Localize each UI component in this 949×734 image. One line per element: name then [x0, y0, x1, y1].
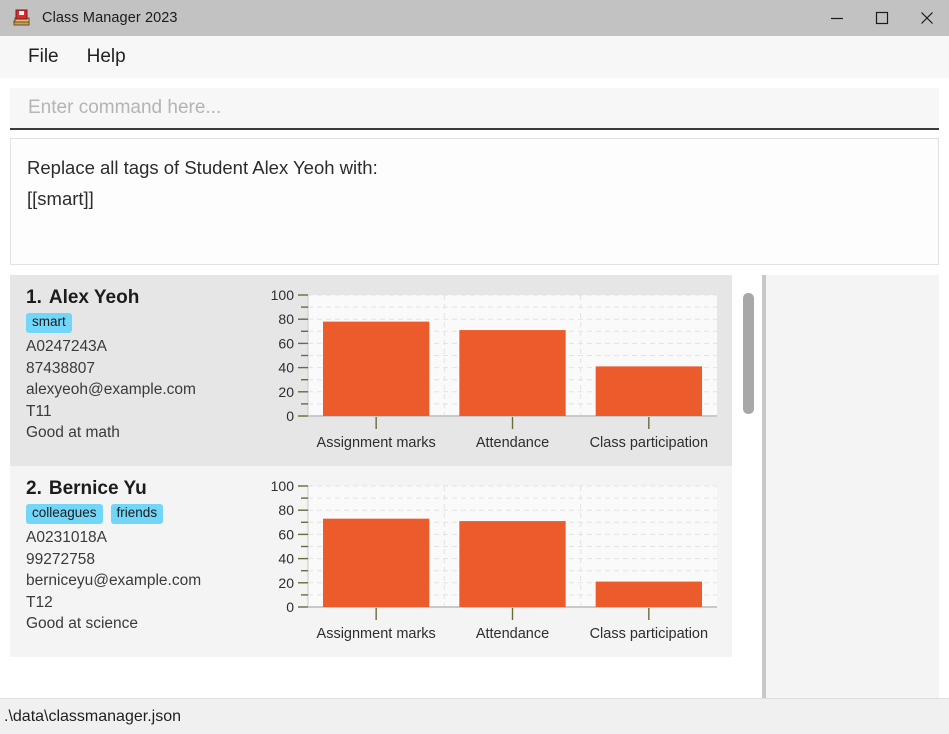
- student-phone: 99272758: [26, 550, 95, 568]
- svg-text:Attendance: Attendance: [476, 435, 549, 451]
- student-index: 1.: [26, 287, 42, 308]
- main-content: Replace all tags of Student Alex Yeoh wi…: [0, 78, 949, 698]
- list-item[interactable]: 2. Bernice Yu colleagues friends A0231018…: [10, 466, 732, 657]
- tag-row: colleagues friends: [26, 504, 260, 524]
- svg-text:100: 100: [271, 287, 295, 303]
- student-info: 1. Alex Yeoh smart A0247243A 87438807 ale…: [10, 275, 260, 466]
- svg-text:60: 60: [278, 335, 294, 351]
- student-chart: 0 20 40 60 80 100 Assignment marks Attendance Cl…: [260, 466, 732, 657]
- student-name-row: 1. Alex Yeoh: [26, 287, 260, 309]
- student-name: Bernice Yu: [48, 478, 147, 499]
- student-classcode: T11: [26, 402, 52, 420]
- svg-text:Assignment marks: Assignment marks: [317, 626, 436, 642]
- svg-text:Class participation: Class participation: [590, 626, 708, 642]
- status-bar: .\data\classmanager.json: [0, 698, 949, 734]
- tag-row: smart: [26, 313, 260, 333]
- list-scrollbar[interactable]: [741, 275, 757, 698]
- scroll-column: [732, 275, 939, 698]
- bar-chart-0: 0 20 40 60 80 100 Assignment marks Attendance Cl…: [271, 287, 717, 451]
- svg-text:Assignment marks: Assignment marks: [317, 435, 436, 451]
- minimize-icon[interactable]: [814, 0, 859, 36]
- svg-text:40: 40: [278, 551, 294, 567]
- svg-text:20: 20: [278, 384, 294, 400]
- status-file-path: .\data\classmanager.json: [4, 707, 181, 725]
- menu-item-help[interactable]: Help: [77, 44, 136, 70]
- student-remark: Good at science: [26, 615, 139, 632]
- student-email: alexyeoh@example.com: [26, 381, 196, 398]
- student-id: A0247243A: [26, 338, 108, 355]
- result-line: Replace all tags of Student Alex Yeoh wi…: [27, 157, 378, 178]
- svg-text:Class participation: Class participation: [590, 435, 708, 451]
- close-icon[interactable]: [904, 0, 949, 36]
- menu-item-file[interactable]: File: [18, 44, 69, 70]
- svg-text:0: 0: [286, 408, 294, 424]
- window-title: Class Manager 2023: [42, 10, 178, 26]
- student-phone: 87438807: [26, 359, 95, 377]
- bar-chart-1: 0 20 40 60 80 100 Assignment marks Attendance Cl…: [271, 478, 717, 642]
- student-email: berniceyu@example.com: [26, 572, 202, 589]
- window-controls: [814, 0, 949, 36]
- student-name: Alex Yeoh: [48, 287, 140, 308]
- student-classcode: T12: [26, 593, 53, 611]
- student-info: 2. Bernice Yu colleagues friends A0231018…: [10, 466, 260, 657]
- svg-text:100: 100: [271, 478, 295, 494]
- student-remark: Good at math: [26, 424, 120, 441]
- svg-text:80: 80: [278, 502, 294, 518]
- student-tag: friends: [110, 504, 164, 524]
- books-stack-icon: [12, 8, 32, 28]
- command-box[interactable]: [10, 88, 939, 130]
- title-bar: Class Manager 2023: [0, 0, 949, 36]
- maximize-icon[interactable]: [859, 0, 904, 36]
- scrollbar-thumb[interactable]: [743, 293, 754, 414]
- student-list-viewport: 1. Alex Yeoh smart A0247243A 87438807 ale…: [10, 275, 732, 698]
- svg-text:Attendance: Attendance: [476, 626, 549, 642]
- svg-text:0: 0: [286, 599, 294, 615]
- list-item[interactable]: 1. Alex Yeoh smart A0247243A 87438807 ale…: [10, 275, 732, 466]
- student-name-row: 2. Bernice Yu: [26, 478, 260, 500]
- svg-text:40: 40: [278, 360, 294, 376]
- svg-text:60: 60: [278, 526, 294, 542]
- student-index: 2.: [26, 478, 42, 499]
- svg-text:80: 80: [278, 311, 294, 327]
- student-id: A0231018A: [26, 529, 108, 546]
- menu-bar: File Help: [0, 36, 949, 78]
- student-tag: colleagues: [26, 504, 103, 524]
- app-window: Class Manager 2023 File Help Replace all…: [0, 0, 949, 734]
- student-list-region: 1. Alex Yeoh smart A0247243A 87438807 ale…: [10, 275, 939, 698]
- result-display-box: Replace all tags of Student Alex Yeoh wi…: [10, 138, 939, 265]
- svg-text:20: 20: [278, 575, 294, 591]
- student-tag: smart: [26, 313, 72, 333]
- right-pane: [766, 275, 939, 698]
- result-line: [[smart]]: [27, 188, 94, 209]
- command-input[interactable]: [28, 97, 894, 119]
- student-chart: 0 20 40 60 80 100 Assignment marks Attendance Cl…: [260, 275, 732, 466]
